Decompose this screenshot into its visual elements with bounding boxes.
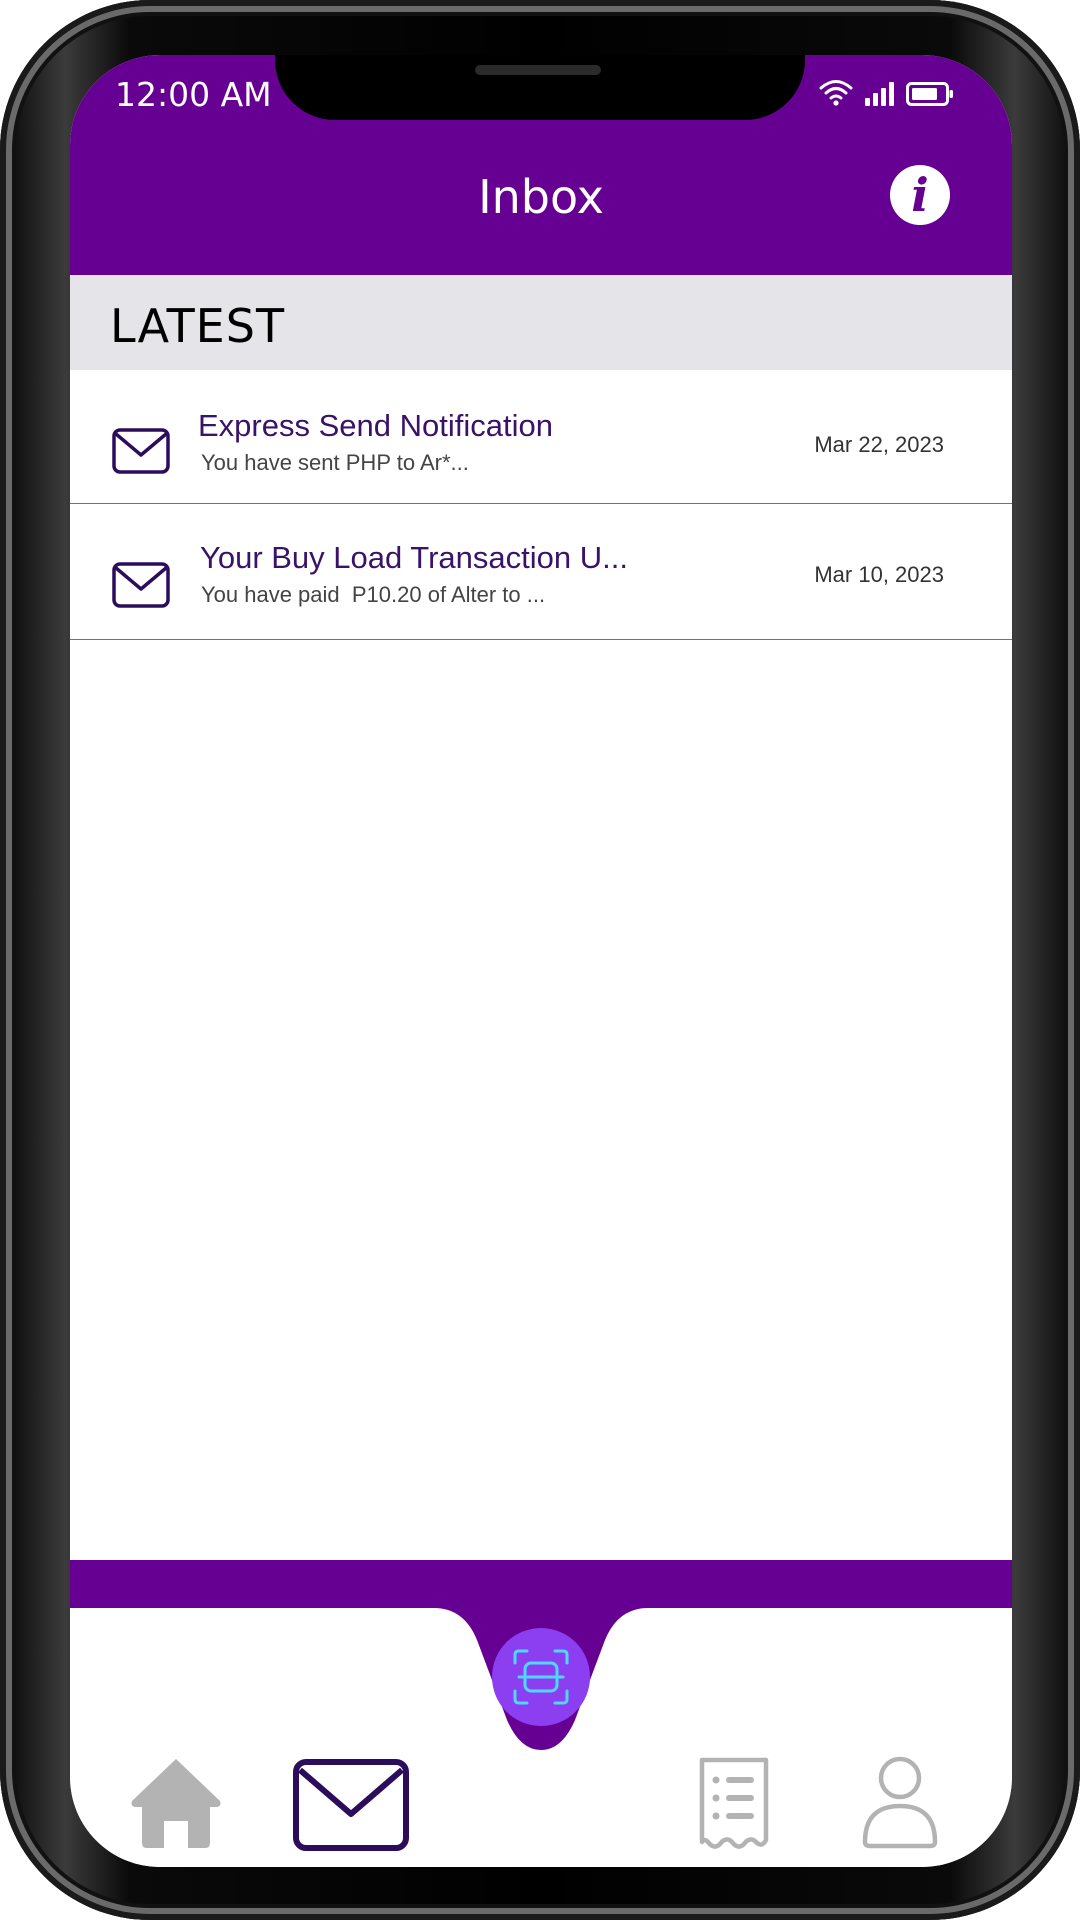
- nav-profile[interactable]: [860, 1754, 940, 1850]
- info-icon[interactable]: i: [890, 165, 950, 225]
- scan-icon: [513, 1649, 569, 1705]
- home-icon: [131, 1759, 221, 1848]
- battery-icon: [906, 82, 953, 106]
- nav-home[interactable]: [128, 1755, 224, 1851]
- envelope-icon: [112, 428, 170, 474]
- app-header: 12:00 AM Inbox i: [70, 55, 1012, 275]
- signal-icon: [865, 82, 894, 106]
- status-time: 12:00 AM: [115, 75, 272, 114]
- section-label: LATEST: [110, 299, 286, 353]
- message-title: Your Buy Load Transaction U...: [200, 540, 628, 575]
- message-list: Express Send Notification You have sent …: [70, 370, 1012, 640]
- mail-icon: [293, 1759, 409, 1851]
- screen: 12:00 AM Inbox i LATEST Express Send Not…: [70, 55, 1012, 1867]
- message-preview: You have sent PHP to Ar*...: [201, 450, 469, 475]
- bottom-nav: [70, 1560, 1012, 1867]
- message-preview: You have paid P10.20 of Alter to ...: [201, 582, 546, 607]
- message-title: Express Send Notification: [198, 408, 553, 443]
- message-date: Mar 10, 2023: [814, 562, 944, 587]
- phone-frame: 12:00 AM Inbox i LATEST Express Send Not…: [0, 0, 1080, 1920]
- status-icons: [818, 77, 954, 107]
- section-header: LATEST: [70, 275, 1012, 370]
- receipt-icon: [699, 1757, 769, 1849]
- nav-inbox[interactable]: [292, 1758, 410, 1854]
- message-item[interactable]: Express Send Notification You have sent …: [70, 370, 1012, 504]
- scan-button[interactable]: [492, 1628, 590, 1726]
- wifi-icon: [819, 80, 853, 106]
- info-glyph: i: [911, 168, 929, 222]
- page-title: Inbox: [478, 170, 604, 224]
- message-date: Mar 22, 2023: [814, 432, 944, 457]
- notch: [275, 55, 805, 120]
- profile-icon: [862, 1756, 938, 1849]
- envelope-icon: [112, 562, 170, 608]
- nav-transactions[interactable]: [696, 1756, 772, 1852]
- message-item[interactable]: Your Buy Load Transaction U... You have …: [70, 504, 1012, 640]
